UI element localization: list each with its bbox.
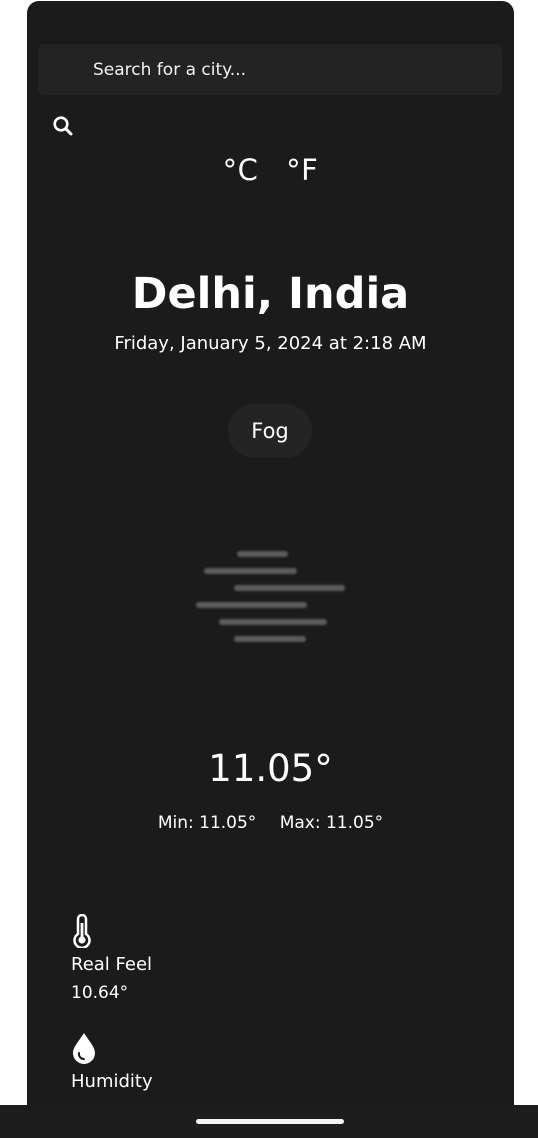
min-temperature: Min: 11.05°	[157, 813, 257, 833]
weather-card: °C °F Delhi, India Friday, January 5, 20…	[27, 1, 514, 1121]
condition-badge: Fog	[228, 404, 312, 458]
detail-label: Humidity	[71, 1071, 153, 1092]
detail-value: 10.64°	[71, 983, 129, 1003]
unit-toggle: °C °F	[27, 153, 514, 187]
search-input[interactable]	[38, 44, 502, 95]
min-max-temperature: Min: 11.05° Max: 11.05°	[27, 813, 514, 833]
date-time: Friday, January 5, 2024 at 2:18 AM	[114, 333, 427, 354]
detail-real-feel: Real Feel 10.64°	[71, 913, 153, 1003]
city-title: Delhi, India	[131, 269, 410, 319]
current-temperature: 11.05°	[208, 747, 333, 790]
detail-label: Real Feel	[71, 954, 153, 975]
celsius-button[interactable]: °C	[223, 153, 259, 187]
max-temperature: Max: 11.05°	[279, 813, 384, 833]
fog-icon	[187, 541, 357, 651]
droplet-icon	[71, 1031, 95, 1065]
home-indicator[interactable]	[196, 1119, 344, 1124]
thermometer-icon	[71, 913, 93, 950]
fahrenheit-button[interactable]: °F	[286, 153, 318, 187]
detail-humidity: Humidity	[71, 1031, 153, 1100]
search-icon[interactable]	[51, 114, 75, 138]
system-navigation-bar	[0, 1105, 538, 1138]
search-box	[38, 44, 502, 95]
